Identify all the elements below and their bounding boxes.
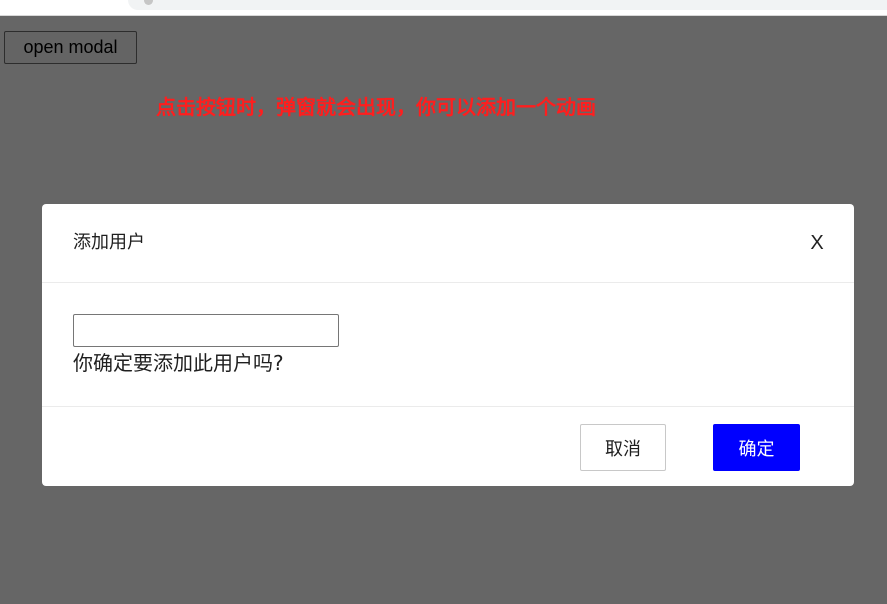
modal-header: 添加用户 X: [42, 204, 854, 283]
browser-top-strip: [0, 0, 887, 16]
open-modal-button[interactable]: open modal: [4, 31, 137, 64]
site-info-icon[interactable]: [144, 0, 153, 5]
add-user-modal: 添加用户 X 你确定要添加此用户吗? 取消 确定: [42, 204, 854, 486]
modal-body: 你确定要添加此用户吗?: [42, 283, 854, 407]
cancel-button[interactable]: 取消: [580, 424, 666, 471]
user-input[interactable]: [73, 314, 339, 347]
address-bar[interactable]: [128, 0, 887, 10]
hint-text: 点击按钮时，弹窗就会出现，你可以添加一个动画: [156, 95, 596, 119]
confirm-button[interactable]: 确定: [713, 424, 800, 471]
close-button[interactable]: X: [804, 229, 830, 257]
confirm-text: 你确定要添加此用户吗?: [73, 351, 284, 375]
modal-title: 添加用户: [73, 232, 145, 253]
